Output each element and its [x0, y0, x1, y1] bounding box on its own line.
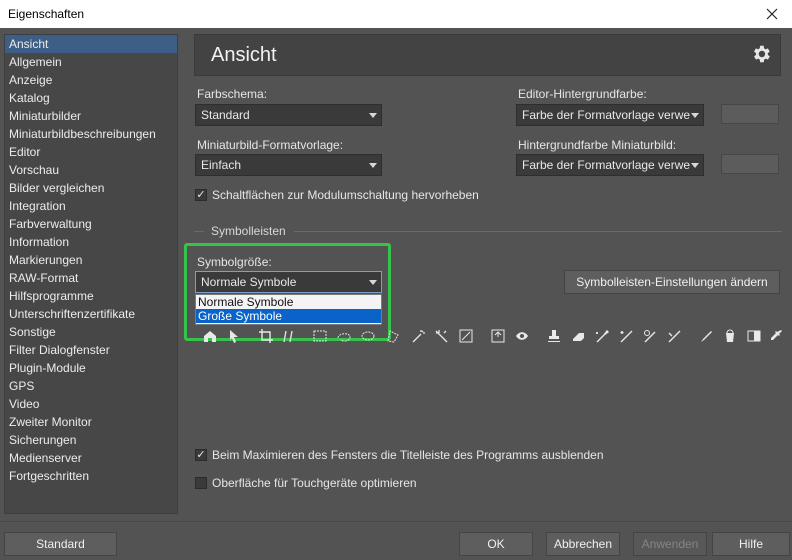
toolbar-settings-button[interactable]: Symbolleisten-Einstellungen ändern: [564, 270, 780, 294]
home-icon[interactable]: [202, 328, 218, 344]
section-divider: [294, 231, 782, 232]
sidebar-item-sonstige[interactable]: Sonstige: [5, 323, 177, 341]
pointer-icon[interactable]: [226, 328, 242, 344]
ok-button[interactable]: OK: [459, 532, 533, 556]
farbschema-value: Standard: [201, 108, 250, 122]
farbschema-select[interactable]: Standard: [195, 104, 382, 126]
stamp-icon[interactable]: [546, 328, 562, 344]
sidebar-item-gps[interactable]: GPS: [5, 377, 177, 395]
apply-button[interactable]: Anwenden: [633, 532, 707, 556]
eye-icon[interactable]: [514, 328, 530, 344]
sidebar-item-miniaturbildbeschreibungen[interactable]: Miniaturbildbeschreibungen: [5, 125, 177, 143]
sidebar-item-vorschau[interactable]: Vorschau: [5, 161, 177, 179]
farbschema-label: Farbschema:: [197, 87, 268, 101]
miniatur-vorlage-value: Einfach: [201, 158, 242, 172]
touch-optimize-checkbox[interactable]: [195, 477, 207, 489]
maximize-hide-title-label: Beim Maximieren des Fensters die Titelle…: [212, 448, 604, 462]
sidebar-item-allgemein[interactable]: Allgemein: [5, 53, 177, 71]
sidebar-item-video[interactable]: Video: [5, 395, 177, 413]
gradient-icon[interactable]: [746, 328, 762, 344]
info-icon[interactable]: [490, 328, 506, 344]
sidebar-item-hilfsprogramme[interactable]: Hilfsprogramme: [5, 287, 177, 305]
editor-bg-select[interactable]: Farbe der Formatvorlage verwe: [516, 104, 704, 126]
chevron-down-icon: [691, 113, 699, 118]
section-divider: [194, 231, 204, 232]
category-list: Ansicht Allgemein Anzeige Katalog Miniat…: [4, 34, 178, 514]
cancel-button[interactable]: Abbrechen: [546, 532, 620, 556]
retouch-brush-icon[interactable]: [666, 328, 682, 344]
sidebar-item-information[interactable]: Information: [5, 233, 177, 251]
polygon-lasso-icon[interactable]: [385, 328, 401, 344]
chevron-down-icon: [369, 163, 377, 168]
sidebar-item-ansicht[interactable]: Ansicht: [5, 35, 177, 53]
standard-button[interactable]: Standard: [4, 532, 117, 556]
paint-brush-icon[interactable]: [698, 328, 714, 344]
ellipse-select-icon[interactable]: [360, 328, 376, 344]
footer-divider: [0, 521, 792, 522]
editor-bg-color-swatch[interactable]: [721, 104, 779, 124]
gear-icon[interactable]: [750, 43, 772, 65]
miniatur-bg-color-swatch[interactable]: [721, 154, 779, 174]
miniatur-bg-select[interactable]: Farbe der Formatvorlage verwe: [516, 154, 704, 176]
sidebar-item-bilder-vergleichen[interactable]: Bilder vergleichen: [5, 179, 177, 197]
window-title: Eigenschaften: [8, 7, 85, 21]
sidebar-item-fortgeschritten[interactable]: Fortgeschritten: [5, 467, 177, 485]
sidebar-item-raw-format[interactable]: RAW-Format: [5, 269, 177, 287]
lasso-icon[interactable]: [336, 328, 352, 344]
straighten-icon[interactable]: [280, 328, 296, 344]
sidebar-item-markierungen[interactable]: Markierungen: [5, 251, 177, 269]
miniatur-vorlage-label: Miniaturbild-Formatvorlage:: [197, 138, 344, 152]
magic-wand-icon[interactable]: [410, 328, 426, 344]
transform-icon[interactable]: [458, 328, 474, 344]
callout-highlight-box: [184, 243, 391, 341]
clone-brush-icon[interactable]: [642, 328, 658, 344]
sidebar-item-miniaturbilder[interactable]: Miniaturbilder: [5, 107, 177, 125]
chevron-down-icon: [369, 113, 377, 118]
editor-bg-label: Editor-Hintergrundfarbe:: [518, 87, 647, 101]
highlight-buttons-label: Schaltflächen zur Modulumschaltung hervo…: [212, 188, 479, 202]
bucket-icon[interactable]: [722, 328, 738, 344]
sidebar-item-plugin-module[interactable]: Plugin-Module: [5, 359, 177, 377]
help-button[interactable]: Hilfe: [712, 532, 790, 556]
chevron-down-icon: [691, 163, 699, 168]
miniatur-vorlage-select[interactable]: Einfach: [195, 154, 382, 176]
editor-bg-value: Farbe der Formatvorlage verwe: [522, 108, 691, 122]
sidebar-item-katalog[interactable]: Katalog: [5, 89, 177, 107]
sparkle-wand-icon[interactable]: [434, 328, 450, 344]
crop-icon[interactable]: [258, 328, 274, 344]
sidebar-item-sicherungen[interactable]: Sicherungen: [5, 431, 177, 449]
page-header: Ansicht: [194, 34, 781, 76]
rect-select-icon[interactable]: [312, 328, 328, 344]
sidebar-item-editor[interactable]: Editor: [5, 143, 177, 161]
highlight-buttons-checkbox[interactable]: ✓: [195, 189, 207, 201]
sidebar-item-farbverwaltung[interactable]: Farbverwaltung: [5, 215, 177, 233]
heal-brush-icon[interactable]: [594, 328, 610, 344]
page-title: Ansicht: [211, 44, 277, 66]
symbolleisten-section-title: Symbolleisten: [211, 224, 286, 238]
spot-heal-icon[interactable]: [618, 328, 634, 344]
sidebar-item-medienserver[interactable]: Medienserver: [5, 449, 177, 467]
close-button[interactable]: [752, 0, 792, 28]
touch-optimize-label: Oberfläche für Touchgeräte optimieren: [212, 476, 417, 490]
dropper-icon[interactable]: [768, 328, 784, 344]
close-icon: [766, 8, 778, 20]
miniatur-bg-label: Hintergrundfarbe Miniaturbild:: [518, 138, 677, 152]
miniatur-bg-value: Farbe der Formatvorlage verwe: [522, 158, 691, 172]
sidebar-item-unterschriftenzertifikate[interactable]: Unterschriftenzertifikate: [5, 305, 177, 323]
maximize-hide-title-checkbox[interactable]: ✓: [195, 449, 207, 461]
eraser-icon[interactable]: [570, 328, 586, 344]
sidebar-item-anzeige[interactable]: Anzeige: [5, 71, 177, 89]
sidebar-item-zweiter-monitor[interactable]: Zweiter Monitor: [5, 413, 177, 431]
title-bar: Eigenschaften: [0, 0, 792, 28]
sidebar-item-integration[interactable]: Integration: [5, 197, 177, 215]
sidebar-item-filter-dialogfenster[interactable]: Filter Dialogfenster: [5, 341, 177, 359]
